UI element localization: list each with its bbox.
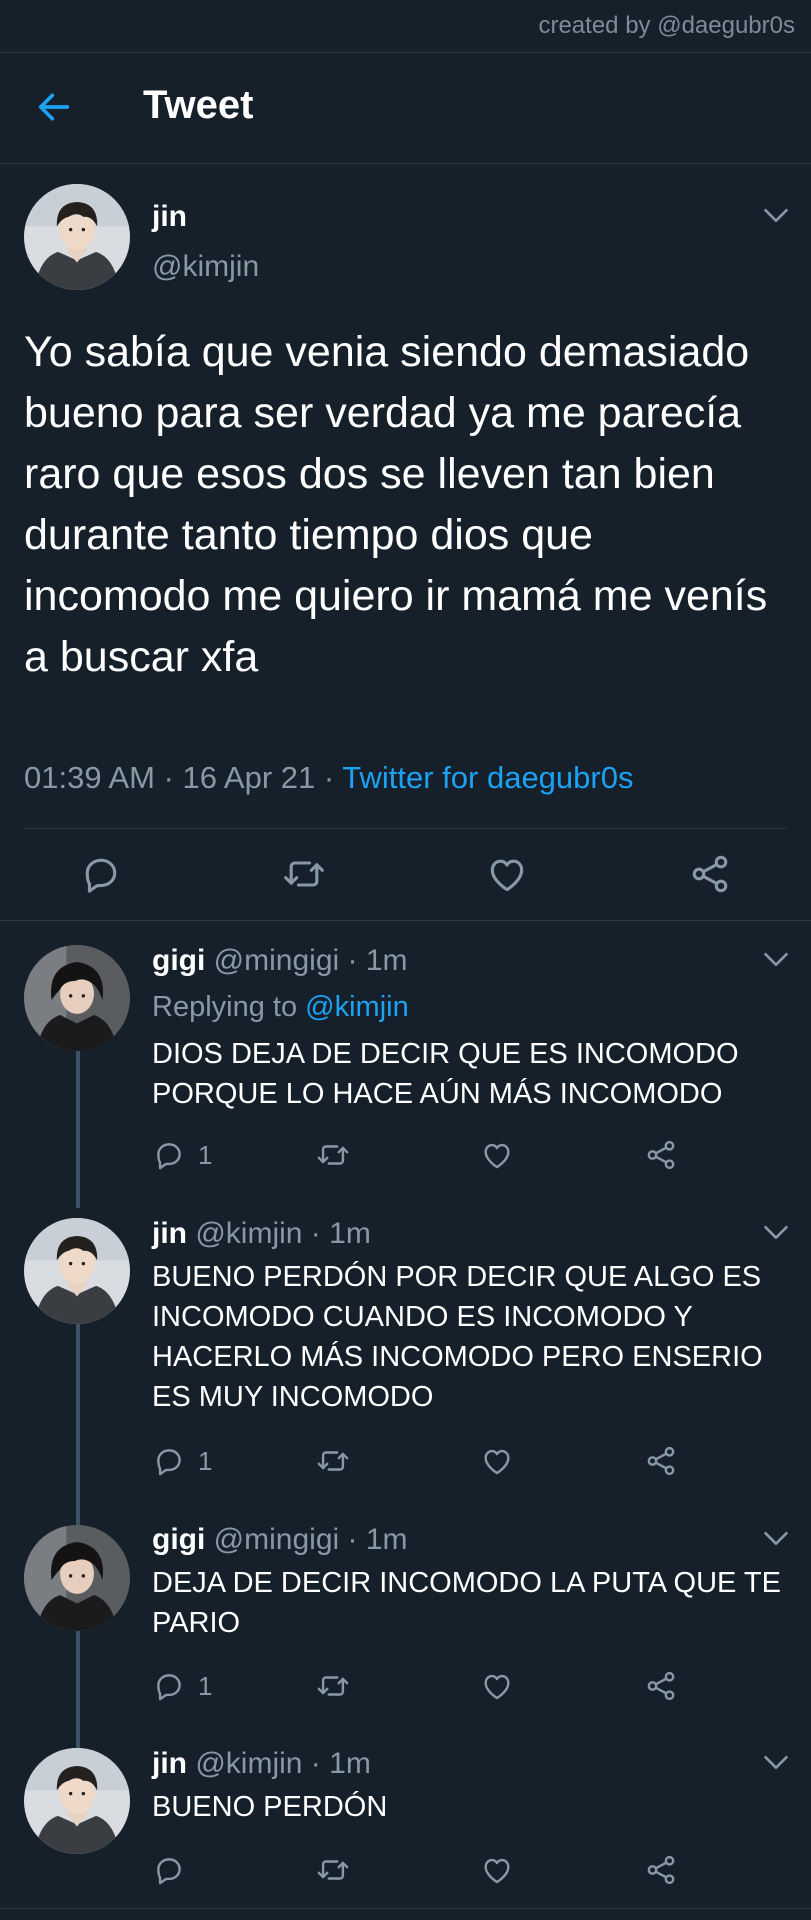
author-name[interactable]: jin [152, 1747, 187, 1780]
retweet-icon [316, 1138, 350, 1172]
share-button[interactable] [644, 1135, 678, 1175]
author-name[interactable]: jin [152, 1217, 187, 1250]
reply-time-separator: · [302, 1747, 330, 1780]
author-handle[interactable]: @mingigi [214, 1523, 340, 1556]
chevron-down-icon[interactable] [762, 206, 790, 226]
reply-header: gigi @mingigi · 1m [152, 944, 408, 978]
tweet-date: 16 Apr 21 [182, 760, 316, 795]
reply-time: 1m [329, 1217, 371, 1250]
like-icon [480, 1138, 514, 1172]
reply-header: jin @kimjin · 1m [152, 1747, 371, 1781]
divider [0, 1908, 811, 1909]
tweet-source-link[interactable]: Twitter for daegubr0s [342, 760, 633, 795]
reply-actions: 1 [152, 1135, 712, 1175]
avatar[interactable] [24, 1748, 130, 1854]
author-handle[interactable]: @kimjin [152, 250, 259, 284]
retweet-icon [316, 1853, 350, 1887]
retweet-icon[interactable] [282, 852, 326, 896]
chevron-down-icon[interactable] [762, 1529, 790, 1549]
retweet-button[interactable] [316, 1666, 350, 1706]
reply-count: 1 [198, 1445, 213, 1476]
chevron-down-icon[interactable] [762, 950, 790, 970]
reply-count: 1 [198, 1670, 213, 1701]
reply-text: DEJA DE DECIR INCOMODO LA PUTA QUE TE PA… [152, 1567, 781, 1639]
author-name[interactable]: jin [152, 200, 187, 234]
reply-count: 1 [198, 1139, 213, 1170]
retweet-icon [316, 1444, 350, 1478]
watermark: created by @daegubr0s [538, 12, 795, 39]
reply-button[interactable]: 1 [152, 1441, 212, 1481]
like-icon [480, 1669, 514, 1703]
tweet-meta: 01:39 AM · 16 Apr 21 · Twitter for daegu… [24, 760, 634, 795]
reply-button[interactable] [152, 1850, 186, 1890]
mention-link[interactable]: @kimjin [305, 991, 409, 1023]
share-icon [644, 1853, 678, 1887]
reply-actions [152, 1850, 712, 1890]
author-name[interactable]: gigi [152, 1523, 205, 1556]
reply-icon [152, 1444, 186, 1478]
share-icon[interactable] [688, 852, 732, 896]
reply-text: BUENO PERDÓN POR DECIR QUE ALGO ES INCOM… [152, 1261, 763, 1413]
like-icon[interactable] [485, 852, 529, 896]
reply-header: jin @kimjin · 1m [152, 1217, 371, 1251]
avatar[interactable] [24, 1525, 130, 1631]
reply-actions: 1 [152, 1441, 712, 1481]
chevron-down-icon[interactable] [762, 1753, 790, 1773]
reply-icon[interactable] [79, 852, 123, 896]
avatar[interactable] [24, 945, 130, 1051]
like-button[interactable] [480, 1441, 514, 1481]
retweet-button[interactable] [316, 1441, 350, 1481]
thread-line [76, 1323, 80, 1530]
thread-line [76, 1630, 80, 1748]
replying-to-label: Replying to [152, 991, 298, 1023]
reply-text: BUENO PERDÓN [152, 1791, 388, 1823]
share-icon [644, 1138, 678, 1172]
thread-line [76, 1050, 80, 1208]
like-button[interactable] [480, 1135, 514, 1175]
reply-time-separator: · [339, 944, 366, 977]
like-button[interactable] [480, 1666, 514, 1706]
reply-button[interactable]: 1 [152, 1135, 212, 1175]
avatar[interactable] [24, 184, 130, 290]
reply-time: 1m [329, 1747, 371, 1780]
divider [24, 828, 787, 829]
replying-to: Replying to @kimjin [152, 991, 409, 1024]
chevron-down-icon[interactable] [762, 1223, 790, 1243]
share-icon [644, 1669, 678, 1703]
divider [0, 920, 811, 921]
page-title: Tweet [143, 83, 254, 127]
share-button[interactable] [644, 1441, 678, 1481]
reply-time-separator: · [339, 1523, 366, 1556]
author-handle[interactable]: @mingigi [214, 944, 340, 977]
avatar[interactable] [24, 1218, 130, 1324]
share-button[interactable] [644, 1850, 678, 1890]
header: Tweet [0, 53, 811, 163]
tweet-time: 01:39 AM [24, 760, 155, 795]
author-handle[interactable]: @kimjin [195, 1217, 302, 1250]
back-arrow-icon[interactable] [34, 87, 74, 127]
reply-text: DIOS DEJA DE DECIR QUE ES INCOMODO PORQU… [152, 1038, 739, 1110]
share-icon [644, 1444, 678, 1478]
reply-time: 1m [365, 1523, 408, 1556]
reply-header: gigi @mingigi · 1m [152, 1523, 408, 1557]
retweet-button[interactable] [316, 1135, 350, 1175]
reply-icon [152, 1138, 186, 1172]
like-icon [480, 1853, 514, 1887]
share-button[interactable] [644, 1666, 678, 1706]
divider [0, 163, 811, 164]
like-button[interactable] [480, 1850, 514, 1890]
author-handle[interactable]: @kimjin [195, 1747, 302, 1780]
tweet-text: Yo sabía que venia siendo demasiado buen… [24, 328, 768, 681]
retweet-button[interactable] [316, 1850, 350, 1890]
retweet-icon [316, 1669, 350, 1703]
reply-button[interactable]: 1 [152, 1666, 212, 1706]
author-name[interactable]: gigi [152, 944, 205, 977]
reply-actions: 1 [152, 1666, 712, 1706]
reply-icon [152, 1853, 186, 1887]
reply-time-separator: · [302, 1217, 330, 1250]
reply-icon [152, 1669, 186, 1703]
reply-time: 1m [365, 944, 408, 977]
like-icon [480, 1444, 514, 1478]
